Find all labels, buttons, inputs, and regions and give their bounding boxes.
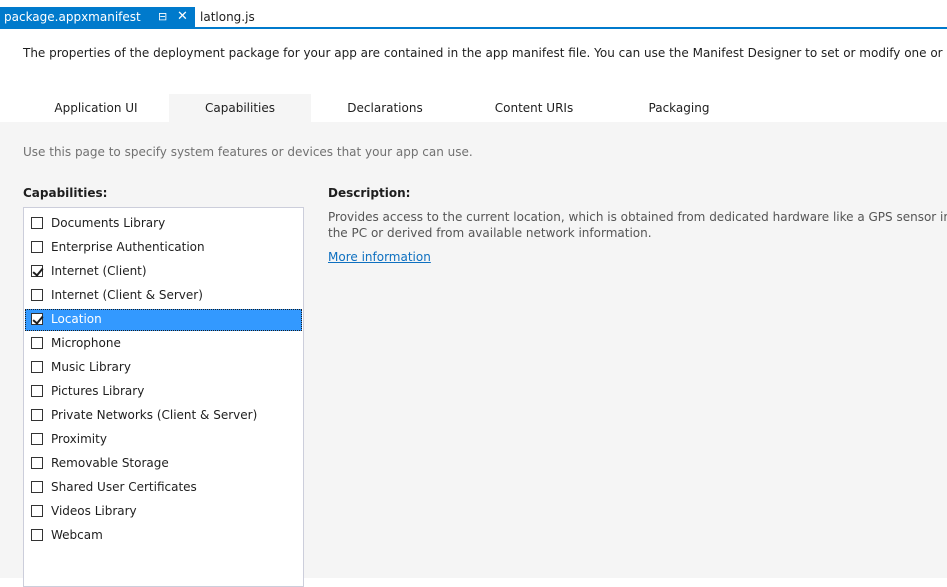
tab-content-uris[interactable]: Content URIs	[459, 94, 609, 122]
capability-item[interactable]: Microphone	[25, 333, 302, 355]
capability-label: Music Library	[51, 360, 131, 374]
capability-label: Proximity	[51, 432, 107, 446]
intro-text: The properties of the deployment package…	[23, 46, 947, 60]
checkbox[interactable]	[31, 217, 43, 229]
manifest-section-tabs: Application UI Capabilities Declarations…	[0, 94, 947, 122]
description-text: Provides access to the current location,…	[328, 210, 947, 240]
checkbox[interactable]	[31, 481, 43, 493]
checkbox[interactable]	[31, 289, 43, 301]
document-tab-strip: package.appxmanifest ⊟ ✕ latlong.js	[0, 0, 947, 29]
checkbox-checked[interactable]	[31, 265, 43, 277]
checkbox[interactable]	[31, 529, 43, 541]
capability-label: Pictures Library	[51, 384, 145, 398]
tab-application-ui[interactable]: Application UI	[23, 94, 169, 122]
tab-latlong-js[interactable]: latlong.js	[200, 7, 255, 27]
hint-text: Use this page to specify system features…	[23, 145, 473, 159]
tab-packaging[interactable]: Packaging	[609, 94, 749, 122]
checkbox[interactable]	[31, 505, 43, 517]
capability-item[interactable]: Proximity	[25, 429, 302, 451]
tab-declarations[interactable]: Declarations	[311, 94, 459, 122]
close-icon[interactable]: ✕	[177, 7, 188, 27]
capability-item[interactable]: Internet (Client)	[25, 261, 302, 283]
capability-item[interactable]: Removable Storage	[25, 453, 302, 475]
tab-label: package.appxmanifest	[4, 10, 141, 24]
capability-item[interactable]: Documents Library	[25, 213, 302, 235]
capability-item[interactable]: Videos Library	[25, 501, 302, 523]
capability-item[interactable]: Private Networks (Client & Server)	[25, 405, 302, 427]
capability-item[interactable]: Webcam	[25, 525, 302, 547]
capabilities-heading: Capabilities:	[23, 186, 108, 200]
checkbox-checked[interactable]	[31, 313, 43, 325]
capability-label: Documents Library	[51, 216, 166, 230]
checkbox[interactable]	[31, 433, 43, 445]
capabilities-list[interactable]: Documents Library Enterprise Authenticat…	[23, 207, 304, 587]
checkbox[interactable]	[31, 457, 43, 469]
tab-package-appxmanifest[interactable]: package.appxmanifest ⊟ ✕	[0, 7, 195, 27]
tab-strip-underline	[0, 27, 947, 29]
capability-label: Enterprise Authentication	[51, 240, 205, 254]
capability-label: Shared User Certificates	[51, 480, 197, 494]
description-heading: Description:	[328, 186, 411, 200]
capability-label: Microphone	[51, 336, 121, 350]
capability-label: Webcam	[51, 528, 103, 542]
capability-item[interactable]: Music Library	[25, 357, 302, 379]
capability-label: Videos Library	[51, 504, 137, 518]
capability-item-selected[interactable]: Location	[25, 309, 302, 331]
capability-item[interactable]: Enterprise Authentication	[25, 237, 302, 259]
capability-label: Private Networks (Client & Server)	[51, 408, 258, 422]
capability-item[interactable]: Shared User Certificates	[25, 477, 302, 499]
checkbox[interactable]	[31, 385, 43, 397]
checkbox[interactable]	[31, 361, 43, 373]
checkbox[interactable]	[31, 409, 43, 421]
checkbox[interactable]	[31, 337, 43, 349]
more-information-link[interactable]: More information	[328, 250, 431, 264]
pin-icon[interactable]: ⊟	[158, 7, 167, 27]
checkbox[interactable]	[31, 241, 43, 253]
capability-label: Location	[51, 312, 102, 326]
capability-item[interactable]: Pictures Library	[25, 381, 302, 403]
tab-label: latlong.js	[200, 10, 255, 24]
capability-label: Removable Storage	[51, 456, 169, 470]
capability-label: Internet (Client & Server)	[51, 288, 203, 302]
capability-label: Internet (Client)	[51, 264, 147, 278]
tab-capabilities[interactable]: Capabilities	[169, 94, 311, 122]
capability-item[interactable]: Internet (Client & Server)	[25, 285, 302, 307]
